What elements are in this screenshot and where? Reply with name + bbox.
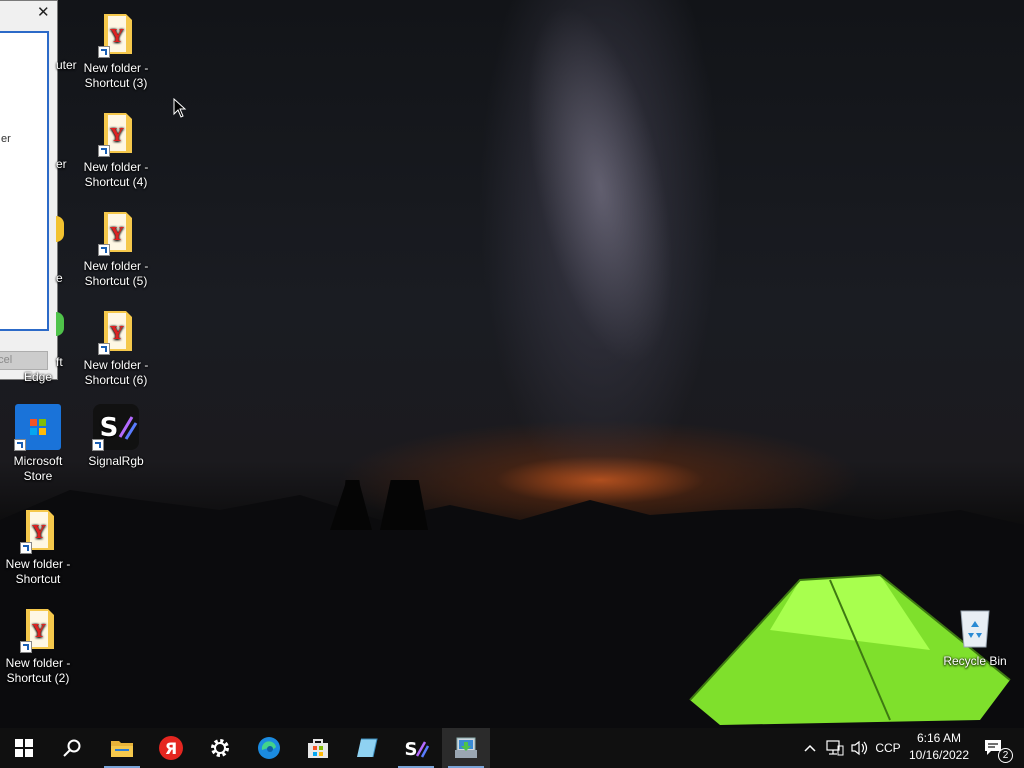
- desktop-icon-signalrgb[interactable]: S SignalRgb: [78, 403, 154, 469]
- clock-date: 10/16/2022: [908, 748, 970, 762]
- notepad-app-icon: [357, 738, 378, 758]
- close-icon[interactable]: ✕: [37, 5, 51, 20]
- icon-label: New folder - Shortcut (2): [5, 656, 71, 685]
- mouse-cursor-icon: [173, 98, 187, 118]
- edge-icon: [258, 737, 280, 759]
- network-tray-button[interactable]: [823, 728, 847, 768]
- search-button[interactable]: [48, 728, 96, 768]
- folder-shortcut-icon: Y: [14, 605, 62, 653]
- desktop-icon-new-folder-shortcut-3[interactable]: Y New folder - Shortcut (3): [78, 10, 154, 91]
- volume-icon: [851, 740, 868, 756]
- recycle-bin-icon: [951, 603, 999, 651]
- taskbar-notepad-app[interactable]: [343, 728, 391, 768]
- svg-text:Y: Y: [110, 223, 125, 245]
- windows-logo-icon: [15, 739, 33, 757]
- desktop-icon-new-folder-shortcut-4[interactable]: Y New folder - Shortcut (4): [78, 109, 154, 190]
- icon-label: Recycle Bin: [943, 654, 1007, 668]
- desktop-icon-new-folder-shortcut-5[interactable]: Y New folder - Shortcut (5): [78, 208, 154, 289]
- folder-shortcut-icon: Y: [14, 506, 62, 554]
- microsoft-store-icon: [308, 739, 328, 758]
- desktop-icon-microsoft-store[interactable]: Microsoft Store: [0, 403, 76, 484]
- desktop-icon-new-folder-shortcut[interactable]: Y New folder - Shortcut: [0, 506, 76, 587]
- svg-text:Y: Y: [110, 322, 125, 344]
- taskbar: Я S CCP 6:16 AM 10/16/2022 2: [0, 728, 1024, 768]
- partial-dialog-window[interactable]: ✕ er ncel: [0, 0, 58, 380]
- signalrgb-icon: S: [405, 739, 429, 760]
- partial-app-icon: [56, 312, 64, 336]
- svg-text:Я: Я: [165, 739, 177, 758]
- file-explorer-icon: [111, 741, 133, 757]
- svg-text:Y: Y: [32, 620, 47, 642]
- start-button[interactable]: [0, 728, 48, 768]
- partial-app-icon: [56, 216, 64, 242]
- taskbar-settings[interactable]: [196, 728, 244, 768]
- svg-text:Y: Y: [110, 25, 125, 47]
- icon-label: New folder - Shortcut (4): [83, 160, 149, 189]
- chevron-up-icon: [804, 744, 816, 752]
- partial-icon-label: e: [56, 271, 63, 285]
- gear-icon: [211, 739, 229, 757]
- icon-label: New folder - Shortcut (5): [83, 259, 149, 288]
- folder-shortcut-icon: Y: [92, 307, 140, 355]
- taskbar-installer-app[interactable]: [442, 728, 490, 768]
- partial-icon-label: Edge: [24, 370, 53, 384]
- svg-text:Y: Y: [32, 521, 47, 543]
- taskbar-yandex-browser[interactable]: Я: [147, 728, 195, 768]
- icon-label: New folder - Shortcut (3): [83, 61, 149, 90]
- input-language-indicator[interactable]: CCP: [873, 728, 903, 768]
- cancel-button[interactable]: ncel: [0, 351, 48, 370]
- show-hidden-icons-button[interactable]: [800, 728, 820, 768]
- desktop-icon-recycle-bin[interactable]: Recycle Bin: [937, 603, 1013, 669]
- partial-icon-label: ft: [56, 355, 63, 369]
- milky-way: [425, 0, 835, 489]
- search-icon: [63, 739, 81, 757]
- icon-label: Microsoft Store: [13, 454, 63, 483]
- partial-icon-label: uter: [56, 58, 77, 72]
- svg-text:Y: Y: [110, 124, 125, 146]
- microsoft-store-icon: [14, 403, 62, 451]
- signalrgb-icon: S: [92, 403, 140, 451]
- taskbar-clock[interactable]: 6:16 AM 10/16/2022: [906, 730, 972, 766]
- taskbar-file-explorer[interactable]: [98, 728, 146, 768]
- desktop-icon-new-folder-shortcut-6[interactable]: Y New folder - Shortcut (6): [78, 307, 154, 388]
- dialog-content-pane: er: [0, 31, 49, 331]
- clock-time: 6:16 AM: [916, 731, 962, 745]
- folder-shortcut-icon: Y: [92, 10, 140, 58]
- taskbar-microsoft-store[interactable]: [294, 728, 342, 768]
- action-center-button[interactable]: 2: [978, 728, 1013, 768]
- folder-shortcut-icon: Y: [92, 208, 140, 256]
- notification-count-badge: 2: [998, 748, 1013, 763]
- desktop-icon-new-folder-shortcut-2[interactable]: Y New folder - Shortcut (2): [0, 605, 76, 686]
- yandex-browser-icon: Я: [159, 736, 183, 760]
- partial-icon-label: er: [56, 157, 67, 171]
- icon-label: New folder - Shortcut: [5, 557, 71, 586]
- network-icon: [826, 740, 844, 756]
- dialog-text-fragment: er: [1, 133, 11, 145]
- taskbar-signalrgb[interactable]: S: [392, 728, 440, 768]
- installer-app-icon: [455, 737, 477, 758]
- folder-shortcut-icon: Y: [92, 109, 140, 157]
- icon-label: SignalRgb: [88, 454, 144, 468]
- taskbar-edge[interactable]: [245, 728, 293, 768]
- volume-tray-button[interactable]: [847, 728, 871, 768]
- icon-label: New folder - Shortcut (6): [83, 358, 149, 387]
- svg-text:S: S: [405, 739, 418, 760]
